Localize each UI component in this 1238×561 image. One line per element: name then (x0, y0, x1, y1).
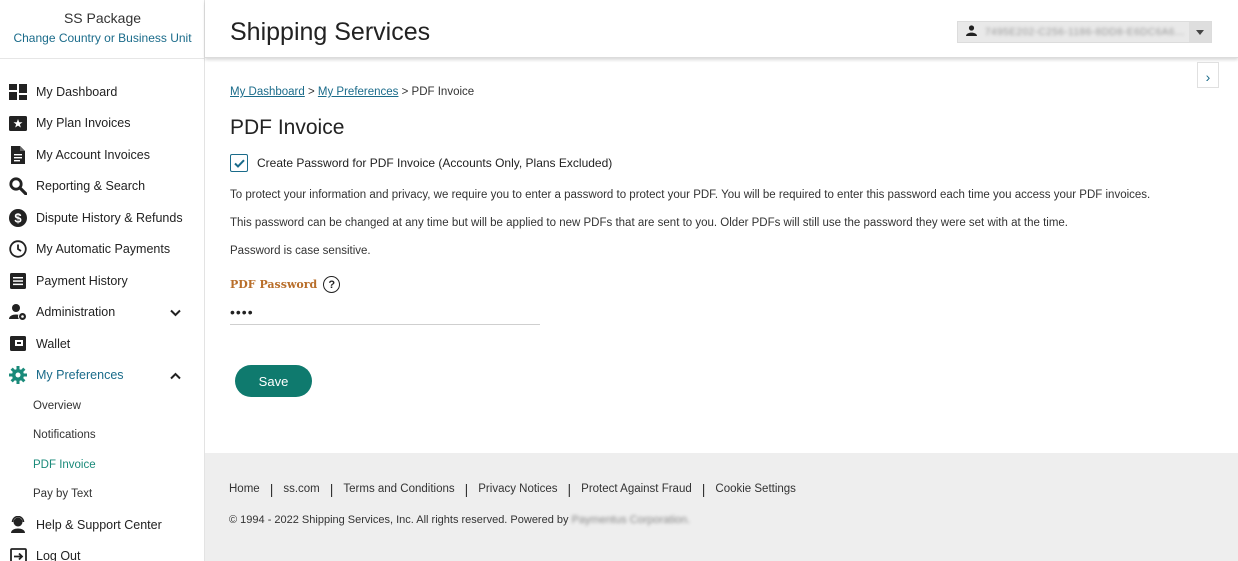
sidebar-item-dispute-history[interactable]: $ Dispute History & Refunds (0, 202, 204, 234)
sidebar-item-plan-invoices[interactable]: My Plan Invoices (0, 108, 204, 140)
sidebar-item-payment-history[interactable]: Payment History (0, 265, 204, 297)
top-header: Shipping Services 7495E202-C256-1186-8DD… (205, 0, 1238, 58)
save-button[interactable]: Save (235, 365, 312, 397)
sub-item-pdf-invoice[interactable]: PDF Invoice (0, 450, 204, 480)
checkbox-label: Create Password for PDF Invoice (Account… (257, 156, 613, 170)
chevron-down-icon[interactable] (170, 306, 181, 320)
chevron-up-icon[interactable] (170, 369, 181, 383)
account-id: 7495E202-C256-1186-8DD8-E6DC6A6... (985, 26, 1185, 38)
support-icon (9, 515, 27, 534)
info-paragraph-3: Password is case sensitive. (230, 245, 371, 257)
footer-link-privacy[interactable]: Privacy Notices (478, 483, 557, 495)
info-paragraph-2: This password can be changed at any time… (230, 217, 1068, 229)
main-content: My Dashboard > My Preferences > PDF Invo… (230, 86, 1220, 397)
sidebar-item-label: Reporting & Search (36, 179, 146, 194)
sidebar-item-label: Log Out (36, 549, 81, 561)
dropdown-arrow-icon[interactable] (1189, 22, 1211, 42)
sidebar-item-account-invoices[interactable]: My Account Invoices (0, 139, 204, 171)
gear-icon (9, 366, 27, 385)
sidebar-item-label: My Plan Invoices (36, 116, 131, 131)
info-paragraph-1: To protect your information and privacy,… (230, 189, 1151, 201)
user-icon (966, 25, 977, 39)
pdf-password-input[interactable] (230, 299, 540, 325)
sub-item-overview[interactable]: Overview (0, 391, 204, 421)
logout-icon (9, 547, 27, 561)
chevron-right-icon[interactable]: › (1197, 62, 1219, 88)
sidebar-item-automatic-payments[interactable]: My Automatic Payments (0, 234, 204, 266)
sidebar-item-label: My Preferences (36, 368, 124, 383)
password-label: PDF Password (230, 278, 318, 291)
dollar-icon: $ (9, 208, 27, 227)
footer-link-fraud[interactable]: Protect Against Fraud (581, 483, 692, 495)
sidebar-item-preferences[interactable]: My Preferences (0, 360, 204, 392)
change-country-link[interactable]: Change Country or Business Unit (0, 31, 204, 45)
footer-separator: | (464, 481, 469, 497)
create-password-checkbox[interactable] (230, 154, 248, 172)
svg-text:$: $ (14, 210, 22, 225)
footer-link-home[interactable]: Home (229, 483, 260, 495)
sidebar-item-label: My Account Invoices (36, 147, 150, 162)
sidebar-item-label: Help & Support Center (36, 517, 162, 532)
admin-icon (9, 303, 27, 322)
clock-icon (9, 240, 27, 258)
sidebar-item-administration[interactable]: Administration (0, 297, 204, 329)
footer-link-ss-com[interactable]: ss.com (283, 483, 319, 495)
site-title: Shipping Services (230, 18, 431, 46)
copyright-main: © 1994 - 2022 Shipping Services, Inc. Al… (229, 514, 572, 526)
page-title: PDF Invoice (230, 116, 345, 139)
sidebar-item-label: Wallet (36, 336, 71, 351)
breadcrumb-preferences-link[interactable]: My Preferences (318, 86, 399, 98)
sidebar-item-logout[interactable]: Log Out (0, 541, 204, 561)
sidebar-item-label: My Dashboard (36, 84, 118, 99)
password-checkbox-row: Create Password for PDF Invoice (Account… (230, 154, 1220, 172)
footer-separator: | (701, 481, 706, 497)
sidebar-divider (0, 58, 204, 59)
document-icon (9, 145, 27, 164)
footer-link-terms[interactable]: Terms and Conditions (343, 483, 454, 495)
breadcrumb: My Dashboard > My Preferences > PDF Invo… (230, 86, 1220, 98)
copyright-text: © 1994 - 2022 Shipping Services, Inc. Al… (229, 514, 690, 526)
footer: Home | ss.com | Terms and Conditions | P… (205, 453, 1238, 561)
sidebar-item-label: Dispute History & Refunds (36, 210, 183, 225)
wallet-icon (9, 335, 27, 353)
breadcrumb-dashboard-link[interactable]: My Dashboard (230, 86, 305, 98)
sidebar-item-label: My Automatic Payments (36, 242, 171, 257)
sidebar-item-help-support[interactable]: Help & Support Center (0, 509, 204, 541)
star-invoice-icon (9, 114, 27, 132)
breadcrumb-separator: > (304, 86, 318, 98)
footer-separator: | (329, 481, 334, 497)
sidebar-item-dashboard[interactable]: My Dashboard (0, 76, 204, 108)
sidebar-item-label: Payment History (36, 273, 128, 288)
powered-by-link[interactable]: Paymentus Corporation. (572, 514, 691, 526)
sidebar-item-reporting-search[interactable]: Reporting & Search (0, 171, 204, 203)
footer-links: Home | ss.com | Terms and Conditions | P… (229, 481, 796, 497)
password-label-row: PDF Password ? (230, 276, 1220, 293)
brand-name: SS Package (63, 10, 142, 26)
footer-separator: | (567, 481, 572, 497)
search-icon (9, 177, 27, 196)
sub-item-pay-by-text[interactable]: Pay by Text (0, 480, 204, 510)
footer-separator: | (269, 481, 274, 497)
checkmark-icon (233, 159, 245, 168)
help-question-icon[interactable]: ? (323, 276, 341, 293)
sidebar: SS Package Change Country or Business Un… (0, 0, 205, 561)
sidebar-nav: My Dashboard My Plan Invoices My Account… (0, 76, 204, 561)
breadcrumb-current: PDF Invoice (411, 86, 475, 98)
account-selector[interactable]: 7495E202-C256-1186-8DD8-E6DC6A6... (957, 21, 1212, 43)
footer-link-cookies[interactable]: Cookie Settings (715, 483, 796, 495)
list-icon (9, 272, 27, 290)
sidebar-item-wallet[interactable]: Wallet (0, 328, 204, 360)
sidebar-item-label: Administration (36, 305, 116, 320)
sub-item-notifications[interactable]: Notifications (0, 421, 204, 451)
dashboard-icon (9, 83, 27, 101)
breadcrumb-separator: > (398, 86, 412, 98)
